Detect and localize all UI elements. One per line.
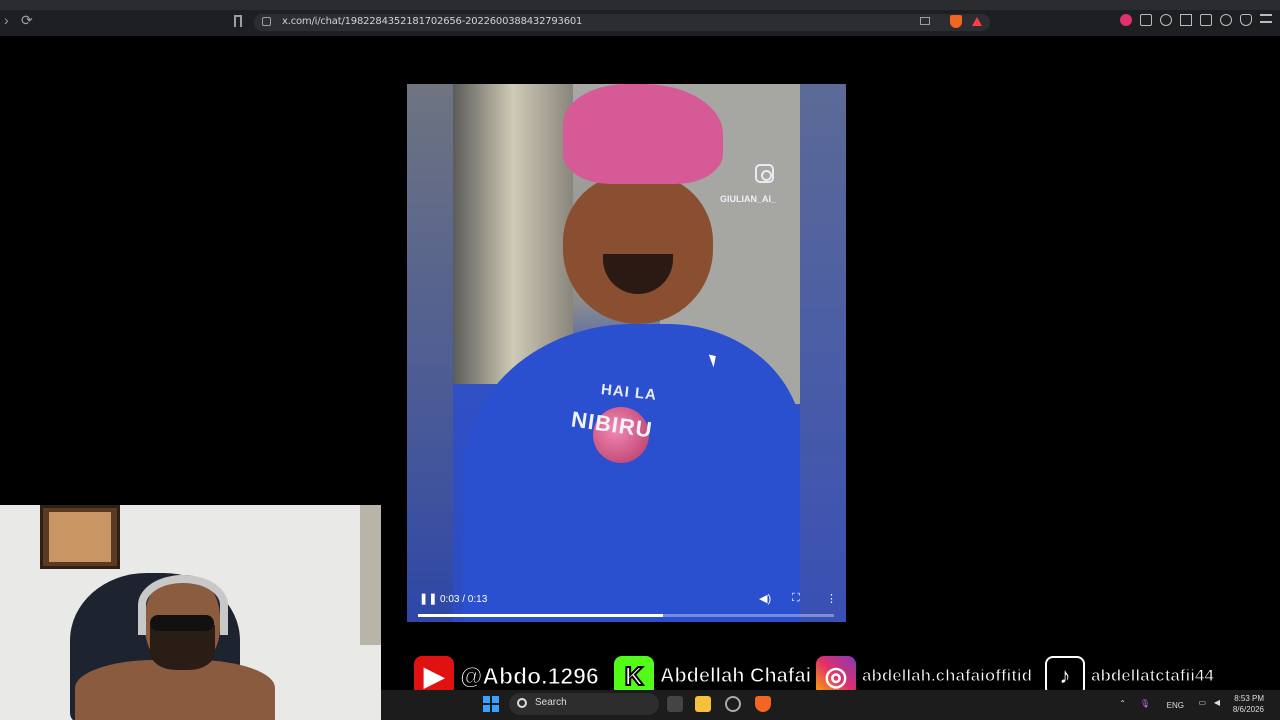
more-options-icon[interactable]: ⋮ bbox=[826, 592, 837, 605]
puzzle-icon[interactable] bbox=[1140, 14, 1152, 26]
clock-time: 8:53 PM bbox=[1234, 694, 1264, 703]
speaker-icon[interactable]: ◀ bbox=[1214, 698, 1220, 707]
pause-icon[interactable]: ❚❚ bbox=[419, 592, 437, 605]
file-explorer-icon[interactable] bbox=[695, 696, 711, 712]
door bbox=[360, 505, 381, 645]
extension-icons bbox=[1120, 14, 1272, 28]
kick-text: Abdellah Chafai bbox=[659, 664, 812, 687]
brave-rewards-icon[interactable] bbox=[972, 17, 982, 26]
vpn-icon[interactable] bbox=[1240, 14, 1252, 26]
taskbar-search[interactable]: Search bbox=[509, 693, 659, 715]
address-bar[interactable]: x.com/i/chat/1982284352181702656-2022600… bbox=[254, 14, 990, 31]
menu-icon[interactable] bbox=[1260, 14, 1272, 23]
tiktok-text: abdellatctafii44 bbox=[1091, 666, 1215, 686]
chevron-up-icon[interactable]: ⌃ bbox=[1119, 699, 1126, 708]
blue-shirt bbox=[463, 324, 800, 622]
video-player[interactable]: HAI LA NIBIRU GIULIAN_AI_ ❚❚ 0:03 / 0:13… bbox=[407, 84, 846, 622]
video-frame: HAI LA NIBIRU bbox=[453, 84, 800, 622]
video-controls: ❚❚ 0:03 / 0:13 ◀) ⛶ ⋮ bbox=[407, 582, 846, 622]
windows-taskbar: Search ⌃ 🎙 ENG ▭ ◀ 8:53 PM 8/6/2026 bbox=[381, 690, 1280, 720]
lion-picture-frame bbox=[40, 505, 120, 569]
wallet-icon[interactable] bbox=[1200, 14, 1212, 26]
music-icon[interactable] bbox=[1160, 14, 1172, 26]
volume-icon[interactable]: ◀) bbox=[759, 592, 771, 605]
instagram-watermark-handle: GIULIAN_AI_ bbox=[720, 194, 777, 204]
search-placeholder: Search bbox=[535, 697, 567, 708]
clock-date: 8/6/2026 bbox=[1232, 705, 1264, 714]
video-blur-right bbox=[800, 84, 846, 622]
bookmark-icon[interactable] bbox=[234, 15, 242, 27]
forward-icon[interactable]: › bbox=[4, 12, 9, 28]
instagram-watermark-icon bbox=[755, 164, 774, 183]
search-icon bbox=[517, 698, 527, 708]
reload-icon[interactable]: ⟳ bbox=[21, 12, 33, 29]
extension-icon[interactable] bbox=[1120, 14, 1132, 26]
fullscreen-icon[interactable]: ⛶ bbox=[792, 592, 800, 605]
video-progress-bar[interactable] bbox=[418, 614, 834, 617]
background-wall bbox=[453, 84, 573, 384]
youtube-text: @Abdo.1296 bbox=[460, 662, 600, 689]
video-time: 0:03 / 0:13 bbox=[440, 594, 488, 605]
instagram-text: abdellah.chafaioffitid bbox=[861, 666, 1033, 686]
sidebar-icon[interactable] bbox=[1180, 14, 1192, 26]
leo-ai-icon[interactable] bbox=[1220, 14, 1232, 26]
browser-toolbar: › ⟳ x.com/i/chat/1982284352181702656-202… bbox=[0, 0, 1280, 36]
lion-picture bbox=[49, 512, 111, 562]
language-indicator[interactable]: ENG bbox=[1167, 701, 1184, 710]
video-blur-left bbox=[407, 84, 453, 622]
microphone-icon[interactable]: 🎙 bbox=[1140, 699, 1150, 708]
task-view-icon[interactable] bbox=[667, 696, 683, 712]
screen: › ⟳ x.com/i/chat/1982284352181702656-202… bbox=[0, 0, 1280, 720]
brave-browser-icon[interactable] bbox=[755, 696, 771, 712]
chrome-icon[interactable] bbox=[725, 696, 741, 712]
clock[interactable]: 8:53 PM 8/6/2026 bbox=[1233, 693, 1264, 715]
headset bbox=[138, 575, 228, 635]
site-settings-icon[interactable] bbox=[262, 17, 271, 26]
face bbox=[563, 174, 713, 324]
pink-bandana bbox=[563, 84, 723, 184]
brave-shields-icon[interactable] bbox=[950, 15, 962, 28]
url-text: x.com/i/chat/1982284352181702656-2022600… bbox=[282, 16, 583, 27]
webcam-overlay bbox=[0, 505, 381, 720]
cast-icon[interactable] bbox=[920, 17, 930, 25]
video-progress-fill bbox=[418, 614, 664, 617]
windows-start-icon[interactable] bbox=[483, 696, 499, 712]
network-icon[interactable]: ▭ bbox=[1198, 698, 1206, 707]
